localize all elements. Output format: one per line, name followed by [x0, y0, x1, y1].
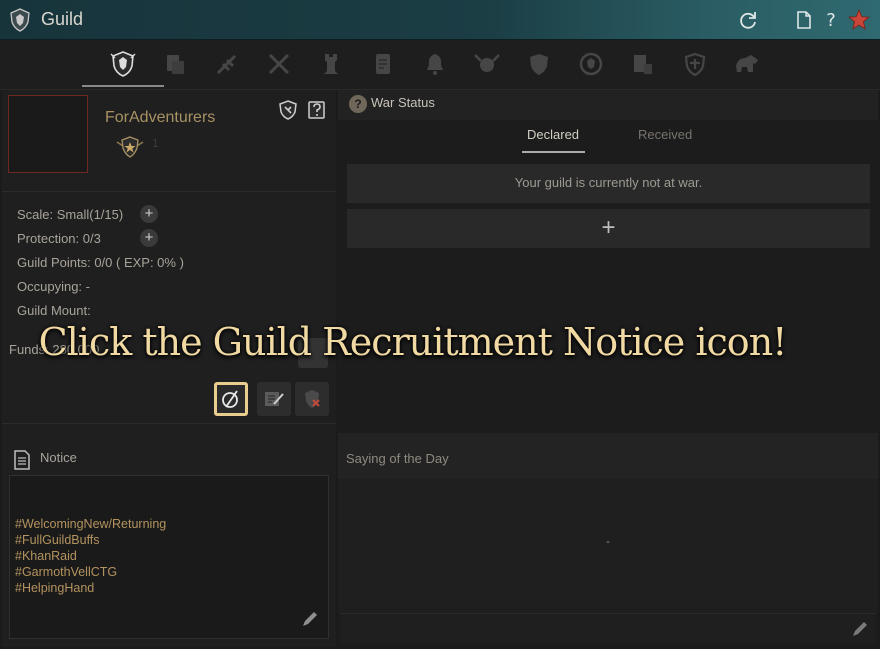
guild-rank-number: 1	[152, 136, 159, 150]
notice-edit-icon[interactable]	[300, 609, 320, 629]
shield-emblem-icon	[279, 100, 297, 120]
guild-scale: Scale: Small(1/15)	[17, 207, 124, 222]
tab-members[interactable]	[158, 47, 192, 81]
plus-icon: +	[144, 205, 154, 222]
refresh-icon	[740, 12, 756, 29]
leave-guild-button[interactable]	[295, 382, 329, 416]
guild-info-help-button[interactable]	[307, 100, 327, 120]
house-icon	[634, 55, 652, 74]
document-edit-icon	[265, 392, 284, 406]
crossed-swords-icon	[268, 53, 290, 75]
guild-occupying: Occupying: -	[17, 279, 90, 294]
scroll-icon	[376, 54, 390, 74]
war-status-title: War Status	[371, 95, 435, 110]
notice-content: #WelcomingNew/Returning #FullGuildBuffs …	[15, 516, 166, 596]
divider	[2, 423, 336, 424]
guild-info-panel: ForAdventurers 1 Scale: Small(1/15) + Pr…	[2, 90, 336, 647]
tab-skills[interactable]	[210, 47, 244, 81]
war-status-text: Your guild is currently not at war.	[514, 175, 703, 190]
tower-icon	[324, 54, 338, 74]
tab-quests[interactable]	[366, 47, 400, 81]
tab-declared[interactable]: Declared	[527, 127, 579, 142]
guild-protection: Protection: 0/3	[17, 231, 101, 246]
tab-defense[interactable]	[522, 47, 556, 81]
notice-box: #WelcomingNew/Returning #FullGuildBuffs …	[9, 475, 329, 639]
plus-icon: +	[601, 214, 616, 241]
document-button[interactable]	[793, 9, 815, 31]
saying-input-bar[interactable]	[340, 613, 876, 643]
war-help-icon[interactable]: ?	[349, 95, 367, 113]
tab-protection[interactable]	[678, 47, 712, 81]
help-button[interactable]: ?	[820, 9, 842, 31]
saying-edit-icon[interactable]	[850, 619, 870, 639]
shield-icon	[530, 54, 548, 75]
tab-war[interactable]	[262, 47, 296, 81]
bell-icon	[427, 54, 443, 75]
war-status-panel: ? War Status Declared Received Your guil…	[338, 90, 878, 647]
laurel-icon	[579, 52, 603, 76]
refresh-button[interactable]	[737, 9, 759, 31]
document-icon	[797, 11, 811, 29]
guild-name: ForAdventurers	[105, 109, 216, 126]
horned-crest-icon	[474, 54, 500, 72]
notice-line: #KhanRaid	[15, 549, 77, 563]
tab-notifications[interactable]	[418, 47, 452, 81]
notice-line: #WelcomingNew/Returning	[15, 517, 167, 531]
tab-node-war[interactable]	[314, 47, 348, 81]
notice-line: #GarmothVellCTG	[15, 565, 118, 579]
edit-guild-info-button[interactable]	[257, 382, 291, 416]
tab-guild-info[interactable]	[82, 47, 164, 87]
notice-title: Notice	[40, 450, 77, 465]
tab-league[interactable]	[574, 47, 608, 81]
notice-document-icon	[14, 450, 30, 470]
shield-cross-icon	[684, 52, 706, 76]
recruitment-notice-icon	[222, 390, 238, 408]
increase-scale-button[interactable]: +	[140, 205, 158, 223]
notice-line: #FullGuildBuffs	[15, 533, 100, 547]
tab-mount[interactable]	[730, 47, 764, 81]
active-tab-underline	[522, 151, 585, 153]
guild-points: Guild Points: 0/0 ( EXP: 0% )	[17, 255, 184, 270]
divider	[2, 191, 336, 192]
close-button[interactable]	[848, 9, 870, 31]
war-status-header: ? War Status	[338, 90, 878, 120]
title-bar: Guild ?	[0, 0, 880, 40]
guild-crest-settings-button[interactable]	[278, 100, 298, 120]
quill-icon	[216, 54, 237, 75]
tab-alliance[interactable]	[470, 47, 504, 81]
members-icon	[167, 55, 184, 74]
tab-received[interactable]: Received	[638, 127, 692, 142]
war-status-message: Your guild is currently not at war.	[347, 164, 870, 203]
declare-war-button[interactable]: +	[347, 209, 870, 248]
plus-icon: +	[144, 229, 154, 246]
guild-emblem[interactable]	[8, 95, 88, 173]
crest-icon	[110, 51, 136, 77]
tab-house[interactable]	[626, 47, 660, 81]
saying-content: -	[606, 534, 610, 548]
shield-disband-icon	[305, 390, 320, 408]
guild-tab-row	[0, 40, 880, 90]
guild-rank-icon	[116, 136, 144, 158]
window-title: Guild	[41, 9, 84, 29]
scroll-question-icon	[308, 101, 325, 119]
increase-protection-button[interactable]: +	[140, 229, 158, 247]
guild-recruitment-notice-button[interactable]	[214, 382, 248, 416]
instruction-overlay: Click the Guild Recruitment Notice icon!	[38, 320, 788, 364]
help-icon: ?	[826, 9, 836, 31]
guild-crest-icon	[10, 8, 30, 32]
guild-mount: Guild Mount:	[17, 303, 91, 318]
saying-title: Saying of the Day	[346, 451, 449, 466]
notice-line: #HelpingHand	[15, 581, 95, 595]
close-star-icon	[848, 9, 870, 30]
mount-icon	[736, 55, 758, 72]
